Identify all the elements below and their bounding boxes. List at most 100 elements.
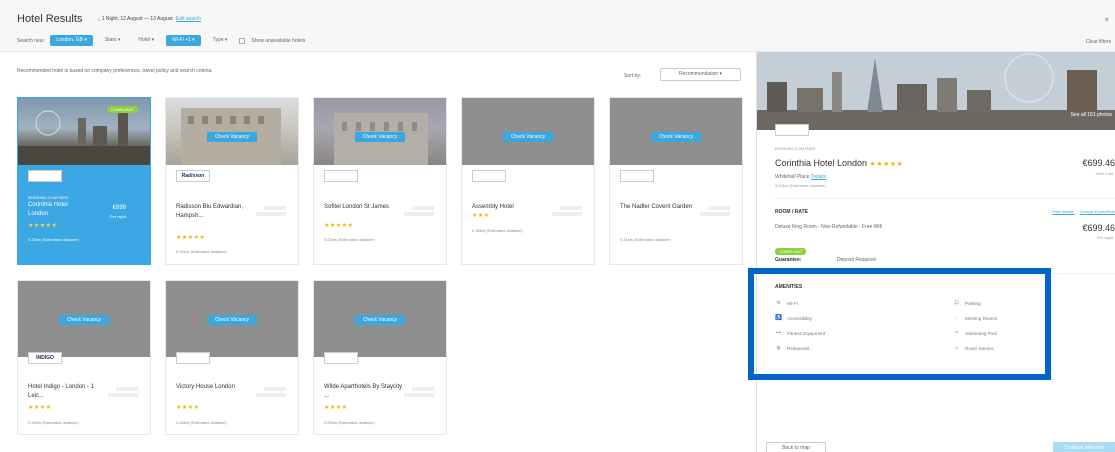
- hotel-card[interactable]: Check Vacancy Victory House London ★★★★ …: [165, 280, 299, 435]
- check-vacancy-button[interactable]: Check Vacancy: [207, 132, 257, 142]
- star-rating: ★★★★★: [176, 235, 206, 241]
- change-room-link[interactable]: Change Room/Rate: [1080, 209, 1115, 214]
- price-placeholder: [256, 212, 286, 216]
- check-vacancy-button[interactable]: Check Vacancy: [59, 315, 109, 325]
- price-placeholder: [264, 387, 286, 391]
- hotel-filter-label: Hotel: [138, 37, 151, 43]
- room-links: Rate details Change Room/Rate: [1047, 209, 1115, 214]
- hotel-card[interactable]: Check Vacancy Sofitel London St James ★★…: [313, 97, 447, 265]
- hotel-logo: [324, 170, 358, 182]
- details-link[interactable]: Details: [811, 174, 826, 180]
- hotel-card[interactable]: Check Vacancy Wilde Aparthotels By Stayc…: [313, 280, 447, 435]
- detail-hotel-name-text: Corinthia Hotel London: [775, 158, 868, 168]
- hotel-card[interactable]: Check Vacancy Radisson Radisson Blu Edwa…: [165, 97, 299, 265]
- hotel-name: Sofitel London St James: [324, 204, 390, 210]
- star-rating: ★★★★★: [869, 161, 904, 168]
- calendar-icon: ⌞: [98, 16, 101, 22]
- price-placeholder: [256, 393, 286, 397]
- hotel-distance: 0.36km (Estimated distance): [472, 228, 523, 233]
- room-description: Deluxe King Room - Non-Refundable - Free…: [775, 224, 882, 230]
- clear-filters-button[interactable]: Clear filters: [1086, 39, 1111, 45]
- sort-select-value: Recommendation: [678, 71, 719, 77]
- amenity-filter[interactable]: Wi-Fi +1 ▾: [166, 35, 201, 46]
- hotel-image: Check Vacancy: [166, 281, 298, 357]
- hotel-distance: 0.03km (Estimated distance): [324, 237, 375, 242]
- amenities-highlight-box: [748, 268, 1051, 380]
- hotel-distance: 0.32km (Estimated distance): [176, 249, 227, 254]
- page-title: Hotel Results: [17, 13, 83, 25]
- search-near-label: Search near: [17, 37, 45, 44]
- type-filter-label: Type: [212, 37, 224, 43]
- close-icon[interactable]: ×: [1104, 15, 1109, 24]
- stay-dates-text: 1 Night, 12 August — 13 August: [101, 16, 173, 22]
- hotel-name: Hotel Indigo - London - 1 Leic...: [28, 384, 95, 399]
- check-vacancy-button[interactable]: Check Vacancy: [355, 315, 405, 325]
- price-placeholder: [264, 206, 286, 210]
- guarantee-value: Deposit Required: [837, 257, 876, 263]
- total-cost-label: Total Cost: [1095, 171, 1113, 176]
- location-filter-label: London, GB: [56, 37, 83, 43]
- hotel-distance: 0.00km (Estimated distance): [324, 420, 375, 425]
- booking-rate-label: BOOKING.COM RATE: [775, 146, 816, 151]
- price-placeholder: [116, 387, 138, 391]
- stars-filter[interactable]: Stars ▾: [99, 35, 127, 46]
- room-price: €699.46: [1082, 223, 1115, 233]
- price-placeholder: [708, 206, 730, 210]
- hotel-detail-panel: See all 161 photos BOOKING.COM RATE Cori…: [756, 52, 1115, 452]
- continue-selection-button[interactable]: Continue selection: [1053, 442, 1115, 452]
- hotel-card[interactable]: Check Vacancy Assembly Hotel ★★★ 0.36km …: [461, 97, 595, 265]
- stars-filter-label: Stars: [104, 37, 117, 43]
- hotel-distance: 0.42km (Estimated distance): [28, 420, 79, 425]
- see-all-photos-link[interactable]: See all 161 photos: [1071, 112, 1112, 118]
- sort-select[interactable]: Recommendation ▾: [660, 68, 741, 81]
- check-vacancy-button[interactable]: Check Vacancy: [355, 132, 405, 142]
- hotel-distance: 0.23km (Estimated distance): [28, 237, 79, 242]
- hotel-distance: 0.41km (Estimated distance): [620, 237, 671, 242]
- hotel-name: Corinthia Hotel London: [28, 202, 68, 217]
- price-placeholder: [412, 387, 434, 391]
- star-rating: ★★★★★: [324, 223, 354, 229]
- hotel-card[interactable]: COMPLIANT BOOKING.COM RATE Corinthia Hot…: [17, 97, 151, 265]
- hotel-logo: [620, 170, 654, 182]
- hotel-card[interactable]: Check Vacancy The Nadler Covent Garden 0…: [609, 97, 743, 265]
- compliant-badge: COMPLIANT: [775, 248, 807, 255]
- amenity-filter-label: Wi-Fi +1: [172, 37, 191, 43]
- rate-details-link[interactable]: Rate details: [1052, 209, 1073, 214]
- hotel-logo: INDIGO: [28, 352, 62, 364]
- hotel-distance: 0.46km (Estimated distance): [176, 420, 227, 425]
- show-unavailable-checkbox[interactable]: [239, 37, 246, 44]
- price-placeholder: [404, 212, 434, 216]
- location-filter[interactable]: London, GB ▾: [50, 35, 93, 46]
- edit-search-link[interactable]: Edit search: [176, 16, 201, 22]
- room-rate-title: ROOM / RATE: [775, 209, 808, 215]
- filter-bar: Search near London, GB ▾ Stars ▾ Hotel ▾…: [17, 35, 305, 46]
- star-rating: ★★★: [472, 213, 490, 219]
- per-night-label: Per night: [109, 214, 126, 219]
- star-rating: ★★★★: [176, 405, 200, 411]
- hotel-filter[interactable]: Hotel ▾: [132, 35, 160, 46]
- star-rating: ★★★★: [28, 405, 52, 411]
- stay-dates: ⌞ 1 Night, 12 August — 13 August Edit se…: [98, 16, 201, 22]
- hotel-logo: Radisson: [176, 170, 210, 182]
- check-vacancy-button[interactable]: Check Vacancy: [207, 315, 257, 325]
- back-to-map-button[interactable]: Back to map: [766, 442, 826, 452]
- guarantee-label: Guarantee:: [775, 257, 802, 263]
- divider: [775, 198, 1115, 199]
- hotel-name: Wilde Aparthotels By Staycity ...: [324, 384, 403, 399]
- type-filter[interactable]: Type ▾: [207, 35, 234, 46]
- price-placeholder: [552, 212, 582, 216]
- hotel-logo: [324, 352, 358, 364]
- hotel-image: Check Vacancy: [462, 98, 594, 165]
- hotel-logo: [775, 124, 809, 136]
- check-vacancy-button[interactable]: Check Vacancy: [503, 132, 553, 142]
- hotel-distance: 0.23km (Estimated distance): [775, 183, 826, 188]
- check-vacancy-button[interactable]: Check Vacancy: [651, 132, 701, 142]
- price-placeholder: [108, 393, 138, 397]
- hotel-price: €699: [112, 205, 126, 211]
- hotel-name: Radisson Blu Edwardian, Hampsh...: [176, 204, 244, 219]
- hotel-card[interactable]: Check Vacancy INDIGO Hotel Indigo - Lond…: [17, 280, 151, 435]
- hotel-name: The Nadler Covent Garden: [620, 204, 693, 210]
- hotel-detail-image[interactable]: See all 161 photos: [757, 52, 1115, 130]
- hotel-image: Check Vacancy: [610, 98, 742, 165]
- price-placeholder: [700, 212, 730, 216]
